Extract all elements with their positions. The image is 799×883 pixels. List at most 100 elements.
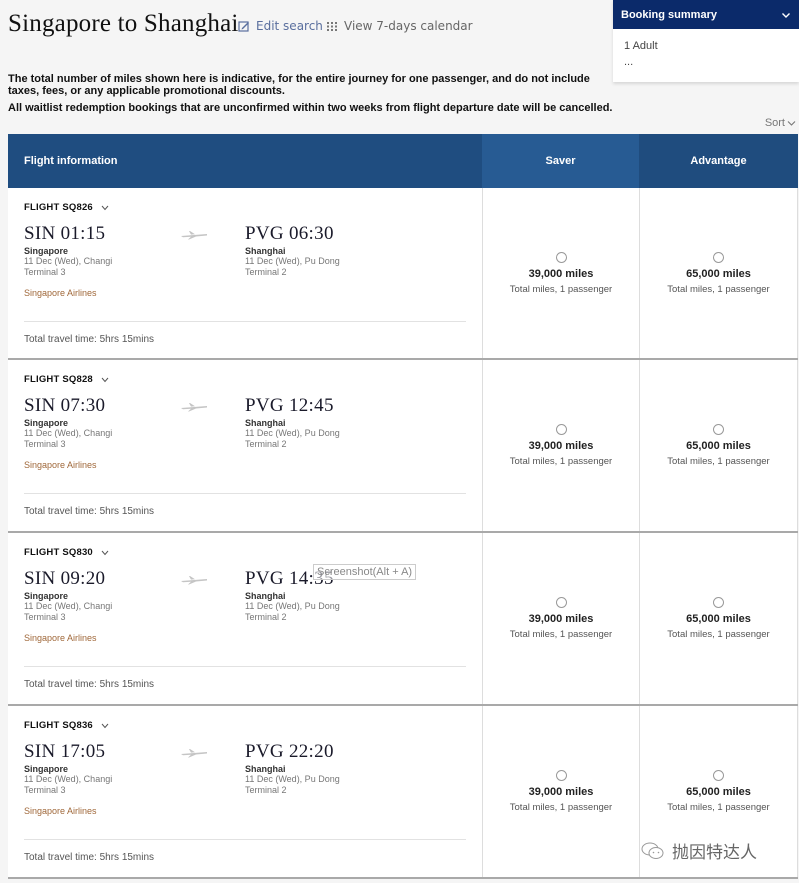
edit-search-link[interactable]: Edit search <box>238 19 323 33</box>
advantage-miles-note: Total miles, 1 passenger <box>667 283 770 295</box>
col-saver[interactable]: Saver <box>482 134 639 188</box>
chevron-down-icon <box>101 377 109 382</box>
sort-dropdown[interactable]: Sort <box>765 117 796 129</box>
summary-more: ... <box>624 56 634 68</box>
advantage-radio[interactable] <box>713 597 724 608</box>
airplane-icon <box>181 231 207 240</box>
advantage-miles: 65,000 miles <box>686 267 751 280</box>
arrival-time: PVG 06:30 <box>245 223 334 244</box>
view-calendar-link[interactable]: View 7-days calendar <box>326 19 473 33</box>
flight-results-table: Flight information Saver Advantage FLIGH… <box>8 134 798 879</box>
saver-fare-option[interactable]: 39,000 miles Total miles, 1 passenger <box>482 360 639 531</box>
advantage-fare-option[interactable]: 65,000 miles Total miles, 1 passenger <box>639 360 798 531</box>
arrival-time: PVG 22:20 <box>245 741 334 762</box>
divider <box>24 666 466 667</box>
flight-number: FLIGHT SQ836 <box>24 720 93 731</box>
departure-date: 11 Dec (Wed), Changi <box>24 774 113 784</box>
saver-radio[interactable] <box>555 251 567 263</box>
flight-row: FLIGHT SQ830 SIN 09:20 Singapore 11 Dec … <box>8 533 798 706</box>
departure-time: SIN 17:05 <box>24 741 106 762</box>
passenger-count: 1 Adult <box>624 40 658 52</box>
flight-info: FLIGHT SQ828 SIN 07:30 Singapore 11 Dec … <box>8 360 482 531</box>
flight-number-toggle[interactable]: FLIGHT SQ830 <box>24 547 466 558</box>
departure-date: 11 Dec (Wed), Changi <box>24 428 113 438</box>
departure-terminal: Terminal 3 <box>24 439 66 449</box>
flight-info: FLIGHT SQ826 SIN 01:15 Singapore 11 Dec … <box>8 188 482 358</box>
advantage-fare-option[interactable]: 65,000 miles Total miles, 1 passenger <box>639 188 798 358</box>
notice-waitlist: All waitlist redemption bookings that ar… <box>8 102 613 114</box>
saver-miles-note: Total miles, 1 passenger <box>509 629 613 640</box>
advantage-fare-option[interactable]: 65,000 miles Total miles, 1 passenger <box>639 533 798 704</box>
arrival-city: Shanghai <box>245 418 286 428</box>
saver-miles: 39,000 miles <box>528 786 594 798</box>
booking-summary-title: Booking summary <box>621 8 717 21</box>
airline-name: Singapore Airlines <box>24 633 97 643</box>
total-travel-time: Total travel time: 5hrs 15mins <box>24 334 155 345</box>
advantage-radio[interactable] <box>713 251 724 263</box>
watermark-text: 抛因特达人 <box>672 843 757 862</box>
arrival-date: 11 Dec (Wed), Pu Dong <box>245 601 340 611</box>
arrival-city: Shanghai <box>245 591 286 601</box>
arrival-date: 11 Dec (Wed), Pu Dong <box>245 428 340 438</box>
departure: SIN 17:05 Singapore 11 Dec (Wed), Changi… <box>24 741 180 817</box>
advantage-miles-note: Total miles, 1 passenger <box>667 456 770 467</box>
saver-fare-option[interactable]: 39,000 miles Total miles, 1 passenger <box>482 706 639 877</box>
advantage-radio[interactable] <box>713 424 724 435</box>
saver-radio[interactable] <box>555 597 567 608</box>
saver-miles-note: Total miles, 1 passenger <box>509 283 613 295</box>
saver-miles: 39,000 miles <box>528 613 594 625</box>
flight-number-toggle[interactable]: FLIGHT SQ826 <box>24 202 466 213</box>
arrival-city: Shanghai <box>245 764 286 774</box>
departure-city: Singapore <box>24 591 69 601</box>
advantage-radio[interactable] <box>713 770 724 781</box>
flight-number-toggle[interactable]: FLIGHT SQ836 <box>24 720 466 731</box>
flight-info: FLIGHT SQ830 SIN 09:20 Singapore 11 Dec … <box>8 533 482 704</box>
airplane-icon <box>181 576 207 585</box>
saver-miles-note: Total miles, 1 passenger <box>509 802 613 813</box>
arrival-date: 11 Dec (Wed), Pu Dong <box>245 256 340 266</box>
flight-number: FLIGHT SQ826 <box>24 202 93 213</box>
departure-date: 11 Dec (Wed), Changi <box>24 256 113 266</box>
flight-number-toggle[interactable]: FLIGHT SQ828 <box>24 374 466 385</box>
departure-terminal: Terminal 3 <box>24 785 66 795</box>
arrival-time: PVG 12:45 <box>245 395 334 416</box>
arrival-terminal: Terminal 2 <box>245 785 287 795</box>
chevron-down-icon <box>782 12 790 18</box>
departure-city: Singapore <box>24 246 69 256</box>
arrival: PVG 22:20 Shanghai 11 Dec (Wed), Pu Dong… <box>245 742 466 816</box>
saver-fare-option[interactable]: 39,000 miles Total miles, 1 passenger <box>482 188 639 358</box>
airplane-icon <box>181 749 207 758</box>
departure: SIN 09:20 Singapore 11 Dec (Wed), Changi… <box>24 569 180 644</box>
advantage-miles-note: Total miles, 1 passenger <box>667 629 770 640</box>
airline-name: Singapore Airlines <box>24 288 97 298</box>
departure: SIN 07:30 Singapore 11 Dec (Wed), Changi… <box>24 395 180 471</box>
divider <box>24 839 466 840</box>
departure-time: SIN 07:30 <box>24 395 106 416</box>
advantage-miles-note: Total miles, 1 passenger <box>667 802 770 813</box>
chevron-down-icon <box>101 723 109 728</box>
departure-terminal: Terminal 3 <box>24 267 66 277</box>
airline-name: Singapore Airlines <box>24 806 97 816</box>
col-advantage[interactable]: Advantage <box>639 134 798 188</box>
arrival: PVG 14:35 Shanghai 11 Dec (Wed), Pu Dong… <box>245 569 466 643</box>
arrival-date: 11 Dec (Wed), Pu Dong <box>245 774 340 784</box>
table-header: Flight information Saver Advantage <box>8 134 798 188</box>
saver-miles: 39,000 miles <box>528 440 594 452</box>
booking-summary-panel: Booking summary 1 Adult ... <box>613 0 799 82</box>
arrival-terminal: Terminal 2 <box>245 267 287 277</box>
advantage-miles: 65,000 miles <box>686 786 751 798</box>
saver-fare-option[interactable]: 39,000 miles Total miles, 1 passenger <box>482 533 639 704</box>
edit-icon <box>238 21 249 32</box>
booking-summary-toggle[interactable]: Booking summary <box>613 0 799 29</box>
airline-name: Singapore Airlines <box>24 460 97 470</box>
chevron-down-icon <box>787 120 796 126</box>
flight-info: FLIGHT SQ836 SIN 17:05 Singapore 11 Dec … <box>8 706 482 877</box>
total-travel-time: Total travel time: 5hrs 15mins <box>24 506 155 517</box>
flight-row: FLIGHT SQ828 SIN 07:30 Singapore 11 Dec … <box>8 360 798 533</box>
arrival: PVG 12:45 Shanghai 11 Dec (Wed), Pu Dong… <box>245 396 466 470</box>
saver-radio[interactable] <box>555 770 567 781</box>
saver-radio[interactable] <box>555 424 567 435</box>
wechat-icon <box>641 842 664 859</box>
flight-row: FLIGHT SQ826 SIN 01:15 Singapore 11 Dec … <box>8 188 798 360</box>
screenshot-tooltip: Screenshot(Alt + A) <box>313 564 417 580</box>
